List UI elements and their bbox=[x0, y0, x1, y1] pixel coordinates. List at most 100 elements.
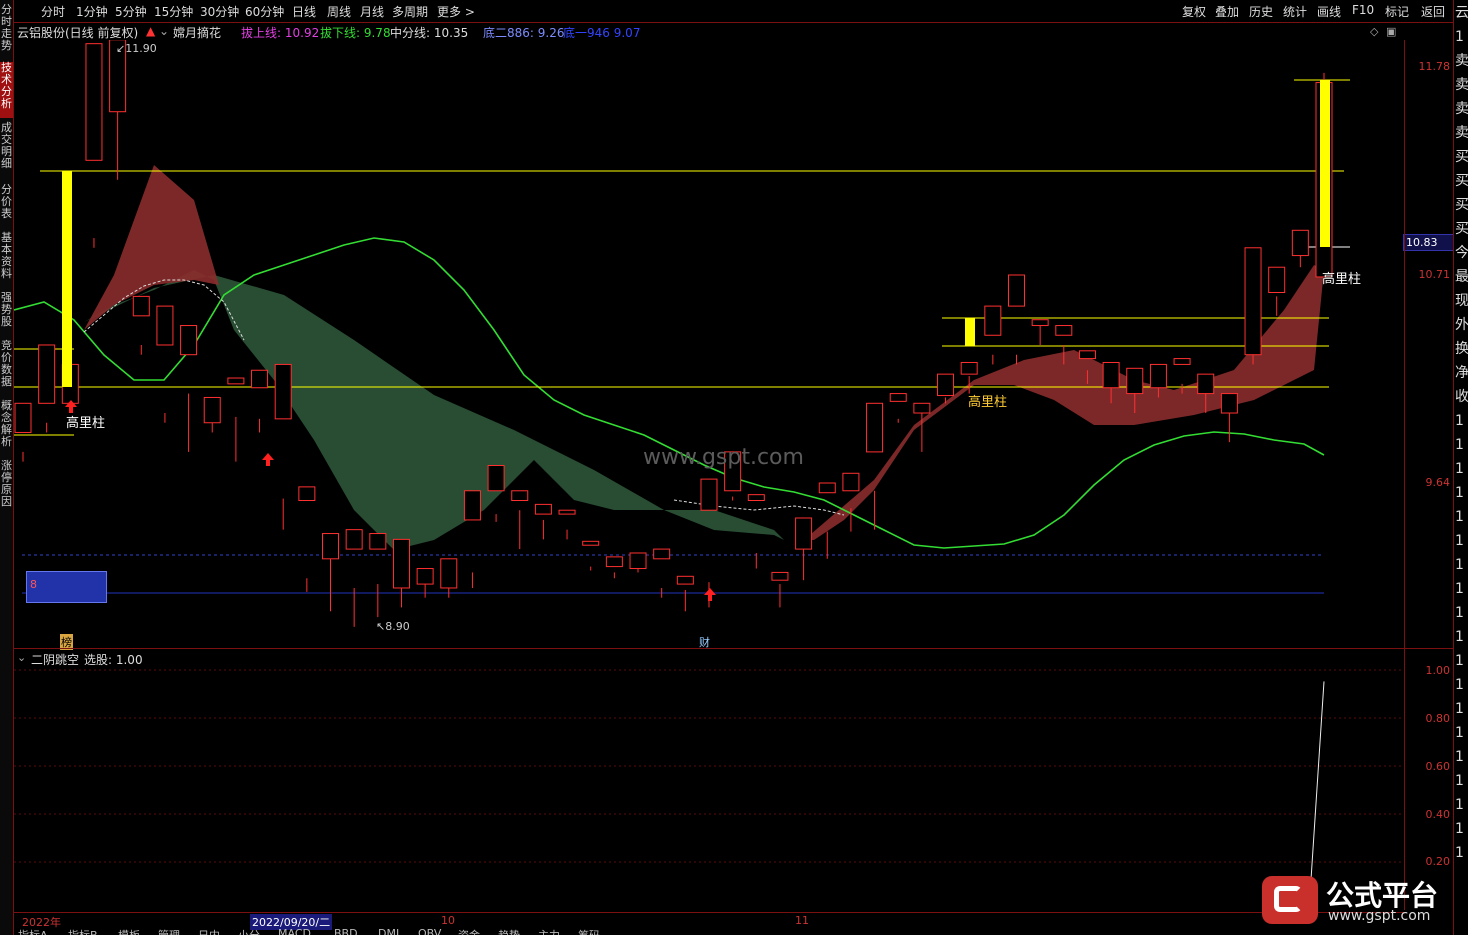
side-tab-profile[interactable]: 基本资料 bbox=[0, 232, 13, 286]
candle-body bbox=[511, 490, 529, 501]
quote-label: 买 bbox=[1455, 221, 1468, 237]
overlay-button[interactable]: 叠加 bbox=[1215, 3, 1239, 20]
candle-body bbox=[984, 305, 1002, 336]
bottom2-label: 底二886: 9.26 bbox=[483, 24, 564, 41]
bottom-tab[interactable]: 资金 bbox=[458, 927, 480, 935]
quote-label: 1 bbox=[1455, 437, 1464, 453]
lower-line-key: 拔下线: bbox=[320, 26, 364, 40]
f10-button[interactable]: F10 bbox=[1352, 3, 1374, 17]
bottom2-key: 底二886: bbox=[483, 26, 538, 40]
period-tab-multi[interactable]: 多周期 bbox=[392, 3, 428, 20]
candle-body bbox=[440, 558, 458, 589]
candle-body bbox=[180, 325, 198, 356]
current-price-tag: 10.83 bbox=[1403, 234, 1455, 251]
period-tab-daily[interactable]: 日线 bbox=[292, 3, 316, 20]
indicator-arrow-icon: ▲ bbox=[146, 24, 156, 38]
bottom-tab[interactable]: MACD bbox=[278, 927, 311, 935]
candle-body bbox=[1291, 229, 1309, 257]
period-tab-30min[interactable]: 30分钟 bbox=[200, 3, 239, 20]
candle-body bbox=[1031, 319, 1049, 327]
candle-body bbox=[416, 568, 434, 585]
indicator-toggle-icon[interactable]: ⌄ bbox=[159, 24, 169, 38]
candle-body bbox=[1007, 274, 1025, 307]
right-quote-panel: 云1卖卖卖卖买买买买今最现外换净收1111111111111111111 bbox=[1453, 0, 1468, 935]
high-price-label: ↙11.90 bbox=[116, 42, 157, 55]
candle-body bbox=[156, 305, 174, 346]
period-tab-5min[interactable]: 5分钟 bbox=[115, 3, 147, 20]
bottom-tab[interactable]: 主力 bbox=[538, 927, 560, 935]
history-button[interactable]: 历史 bbox=[1249, 3, 1273, 20]
sub-axis-label: 0.80 bbox=[1425, 712, 1451, 725]
logo-url: www.gspt.com bbox=[1328, 908, 1431, 924]
period-tab-15min[interactable]: 15分钟 bbox=[154, 3, 193, 20]
candle-body bbox=[866, 402, 884, 453]
candle-body bbox=[558, 509, 576, 515]
selection-box[interactable]: 8 bbox=[26, 571, 107, 603]
side-tab-auction[interactable]: 竞价数据 bbox=[0, 340, 13, 394]
period-tab-60min[interactable]: 60分钟 bbox=[245, 3, 284, 20]
bottom1-value: 9.07 bbox=[613, 26, 641, 40]
candle-body bbox=[1173, 358, 1191, 365]
back-button[interactable]: 返回 bbox=[1421, 3, 1445, 20]
bottom-tab[interactable]: 管理 bbox=[158, 927, 180, 935]
indicator-name[interactable]: 嫦月摘花 bbox=[173, 24, 221, 41]
bottom-tab[interactable]: DMI bbox=[378, 927, 399, 935]
sub-axis-label: 0.60 bbox=[1425, 760, 1451, 773]
candle-body bbox=[960, 361, 978, 375]
low-price-value: 8.90 bbox=[385, 620, 410, 633]
bottom1-key: 底一946 bbox=[563, 26, 614, 40]
bottom-tab[interactable]: 趋势 bbox=[498, 927, 520, 935]
diamond-icon[interactable]: ◇ bbox=[1370, 25, 1378, 38]
candle-body bbox=[227, 377, 245, 385]
gaoli-label-left: 高里柱 bbox=[66, 416, 106, 431]
stats-button[interactable]: 统计 bbox=[1283, 3, 1307, 20]
date-label: 11 bbox=[795, 914, 809, 927]
bottom-tab[interactable]: 模板 bbox=[118, 927, 140, 935]
bottom-tab[interactable]: OBV bbox=[418, 927, 441, 935]
price-axis-label: 10.71 bbox=[1418, 268, 1451, 281]
sub-indicator-chart[interactable] bbox=[14, 660, 1404, 912]
side-tab-limitup[interactable]: 涨停原因 bbox=[0, 460, 13, 514]
bottom-tab[interactable]: 筹码 bbox=[578, 927, 600, 935]
candle-body bbox=[937, 373, 955, 397]
period-tab-1min[interactable]: 1分钟 bbox=[76, 3, 108, 20]
side-tab-price-table[interactable]: 分价表 bbox=[0, 184, 13, 226]
draw-button[interactable]: 画线 bbox=[1317, 3, 1341, 20]
gaoli-bar bbox=[62, 171, 72, 387]
candle-body bbox=[700, 478, 718, 511]
period-tab-weekly[interactable]: 周线 bbox=[327, 3, 351, 20]
fuquan-button[interactable]: 复权 bbox=[1182, 3, 1206, 20]
bottom-tab[interactable]: 日内 bbox=[198, 927, 220, 935]
gaoli-label-right: 高里柱 bbox=[1322, 272, 1362, 287]
candle-body bbox=[1244, 247, 1262, 356]
bottom-tab[interactable]: 小分 bbox=[238, 927, 260, 935]
period-tab-fenshi[interactable]: 分时 bbox=[41, 3, 65, 20]
candle-body bbox=[345, 529, 363, 550]
candle-body bbox=[534, 503, 552, 515]
quote-label: 买 bbox=[1455, 197, 1468, 213]
bottom-tab[interactable]: BBD bbox=[334, 927, 358, 935]
side-tab-trades[interactable]: 成交明细 bbox=[0, 122, 13, 178]
quote-label: 1 bbox=[1455, 797, 1464, 813]
side-tab-intraday[interactable]: 分时走势 bbox=[0, 4, 13, 58]
mark-button[interactable]: 标记 bbox=[1385, 3, 1409, 20]
bottom-tab[interactable]: 指标A bbox=[18, 927, 48, 935]
bottom-tab[interactable]: 指标B bbox=[68, 927, 98, 935]
gspt-logo: 公式平台 www.gspt.com bbox=[1262, 872, 1452, 928]
side-tab-strong[interactable]: 强势股 bbox=[0, 292, 13, 334]
side-tab-technical[interactable]: 技术分析 bbox=[0, 62, 13, 118]
side-tab-concept[interactable]: 概念解析 bbox=[0, 400, 13, 454]
sub-axis-label: 1.00 bbox=[1425, 664, 1451, 677]
upper-line-label: 拔上线: 10.92 bbox=[241, 24, 319, 41]
quote-label: 买 bbox=[1455, 173, 1468, 189]
quote-label: 1 bbox=[1455, 701, 1464, 717]
period-tab-monthly[interactable]: 月线 bbox=[360, 3, 384, 20]
candle-body bbox=[85, 43, 103, 161]
period-tab-more[interactable]: 更多 > bbox=[437, 3, 475, 20]
window-icon[interactable]: ▣ bbox=[1386, 25, 1396, 38]
kline-chart[interactable] bbox=[14, 40, 1404, 650]
candle-body bbox=[1268, 266, 1286, 293]
quote-label: 1 bbox=[1455, 773, 1464, 789]
candle-body bbox=[889, 393, 907, 402]
quote-label: 1 bbox=[1455, 821, 1464, 837]
